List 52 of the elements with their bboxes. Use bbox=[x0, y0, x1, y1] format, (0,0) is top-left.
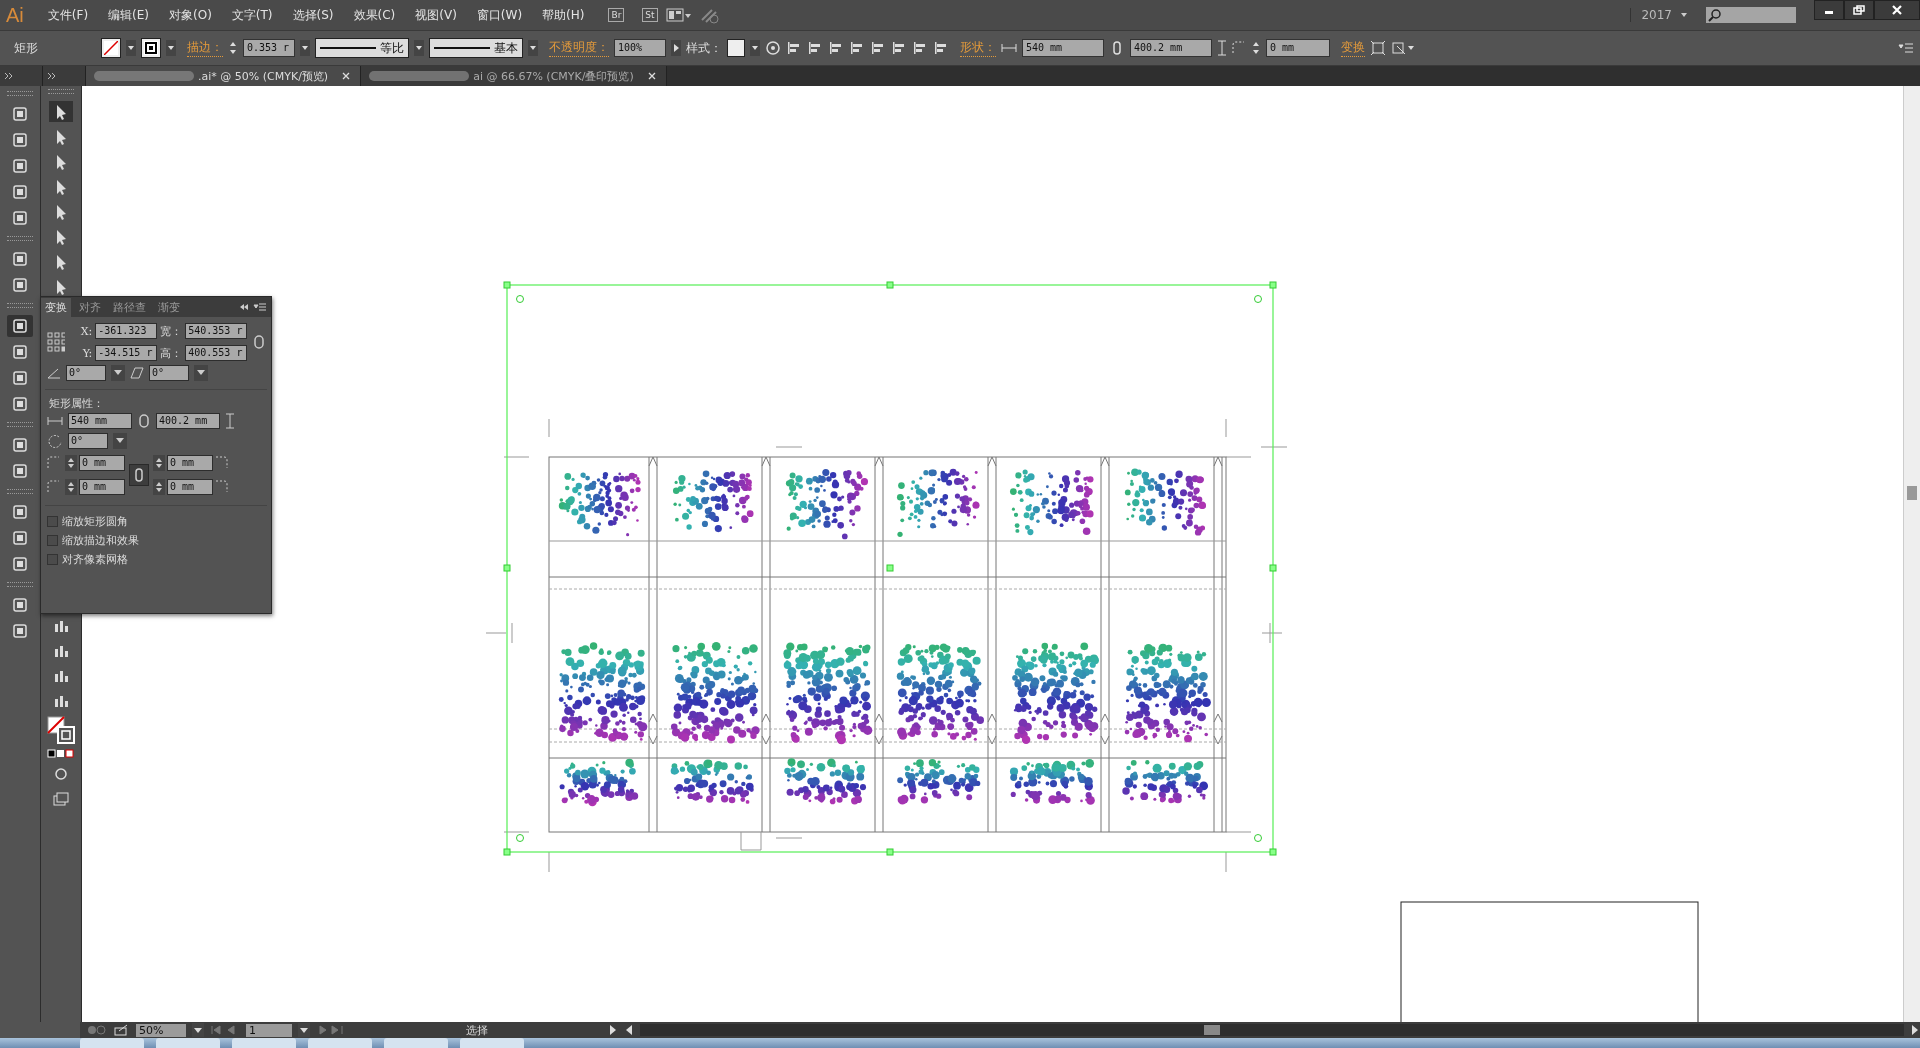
menu-item[interactable]: 效果(C) bbox=[347, 6, 402, 24]
app-button[interactable]: St bbox=[642, 8, 658, 22]
checkbox-label: 缩放描边和效果 bbox=[62, 533, 139, 548]
menu-item[interactable]: 文件(F) bbox=[41, 6, 95, 24]
menu-item[interactable]: 视图(V) bbox=[409, 6, 463, 24]
menu-item[interactable]: 帮助(H) bbox=[536, 6, 591, 24]
corner-field[interactable]: 0 mm bbox=[167, 479, 213, 495]
height-field[interactable]: 400.2 mm bbox=[1130, 39, 1212, 57]
version-dropdown[interactable]: 2017 bbox=[1630, 8, 1672, 22]
y-field[interactable]: -34.515 r bbox=[95, 345, 158, 361]
current-tool-label: 选择 bbox=[465, 1022, 489, 1038]
x-field[interactable]: -361.323 bbox=[95, 323, 158, 339]
rect-rotation-field[interactable]: 0° bbox=[68, 433, 108, 449]
width-label: 宽： bbox=[160, 323, 183, 339]
panel-tab[interactable]: 路径查 bbox=[109, 297, 150, 317]
shear-field[interactable]: 0° bbox=[149, 365, 189, 381]
object-type-label: 矩形 bbox=[14, 39, 39, 57]
section-title: 矩形属性： bbox=[48, 396, 105, 411]
width-field[interactable]: 540 mm bbox=[1022, 39, 1104, 57]
panel-tab[interactable]: 对齐 bbox=[75, 297, 105, 317]
brush-dropdown[interactable]: 基本 bbox=[429, 38, 523, 58]
checkbox-label: 缩放矩形圆角 bbox=[62, 514, 128, 529]
height-field[interactable]: 400.553 r bbox=[185, 345, 248, 361]
height-label: 高： bbox=[160, 345, 183, 361]
opacity-field[interactable]: 100% bbox=[614, 39, 666, 57]
zoom-field[interactable]: 50% bbox=[136, 1023, 186, 1037]
y-label: Y: bbox=[81, 346, 93, 360]
corner-field[interactable]: 0 mm bbox=[79, 455, 125, 471]
rect-width-field[interactable]: 540 mm bbox=[68, 413, 132, 429]
corner-field[interactable]: 0 mm bbox=[167, 455, 213, 471]
menu-item[interactable]: 文字(T) bbox=[225, 6, 279, 24]
menu-item[interactable]: 窗口(W) bbox=[470, 6, 529, 24]
style-label: 样式： bbox=[686, 39, 722, 57]
stroke-weight-field[interactable]: 0.353 r bbox=[243, 39, 295, 57]
checkbox-label: 对齐像素网格 bbox=[62, 552, 128, 567]
corner-field[interactable]: 0 mm bbox=[1266, 39, 1330, 57]
artboard-field[interactable]: 1 bbox=[246, 1023, 292, 1037]
panel-tab[interactable]: 变换 bbox=[41, 297, 71, 317]
rect-height-field[interactable]: 400.2 mm bbox=[156, 413, 220, 429]
document-tab[interactable]: ai @ 66.67% (CMYK/叠印预览) bbox=[361, 66, 667, 86]
profile-dropdown[interactable]: 等比 bbox=[315, 38, 409, 58]
document-tab[interactable]: .ai* @ 50% (CMYK/预览) bbox=[86, 66, 362, 86]
menu-item[interactable]: 编辑(E) bbox=[102, 6, 155, 24]
rotate-field[interactable]: 0° bbox=[66, 365, 106, 381]
x-label: X: bbox=[79, 324, 93, 338]
menu-item[interactable]: 选择(S) bbox=[286, 6, 340, 24]
app-logo: Ai bbox=[5, 3, 25, 27]
app-button[interactable]: Br bbox=[608, 8, 625, 22]
panel-tab[interactable]: 渐变 bbox=[154, 297, 184, 317]
corner-field[interactable]: 0 mm bbox=[79, 479, 125, 495]
menu-item[interactable]: 对象(O) bbox=[163, 6, 218, 24]
width-field[interactable]: 540.353 r bbox=[185, 323, 248, 339]
